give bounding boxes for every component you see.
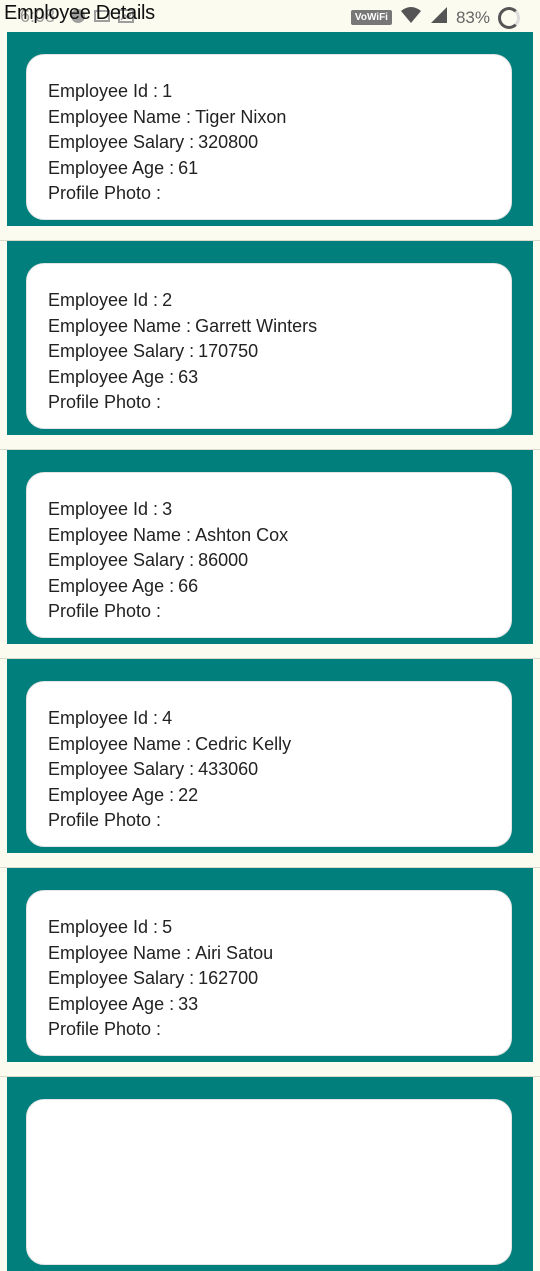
- profile-photo-label: Profile Photo :: [48, 601, 162, 621]
- vowifi-badge: VoWiFi: [350, 10, 392, 25]
- employee-card-container: Employee Id :2 Employee Name : Garrett Win…: [7, 241, 533, 435]
- employee-id-value: 4: [162, 708, 173, 728]
- employee-list[interactable]: Employee Id :1 Employee Name : Tiger Nixon…: [0, 32, 540, 1271]
- employee-salary-value: 320800: [198, 132, 259, 152]
- employee-id-label: Employee Id :: [48, 917, 159, 937]
- employee-card-container: Employee Id :1 Employee Name : Tiger Nixon…: [7, 32, 533, 226]
- employee-card-container: Employee Id :5 Employee Name : Airi Satou E…: [7, 868, 533, 1062]
- employee-id-value: 5: [162, 917, 173, 937]
- wifi-icon: [400, 6, 422, 29]
- employee-card[interactable]: Employee Id :1 Employee Name : Tiger Nixon…: [26, 54, 512, 220]
- employee-name-row: Employee Name : Ashton Cox: [48, 523, 511, 549]
- employee-salary-row: Employee Salary :433060: [48, 757, 511, 783]
- employee-name-value: Airi Satou: [195, 942, 274, 963]
- list-divider: [0, 853, 540, 868]
- employee-card-container: Employee Id :3 Employee Name : Ashton Cox E…: [7, 450, 533, 644]
- battery-icon: [498, 6, 520, 29]
- employee-age-row: Employee Age :22: [48, 783, 511, 809]
- employee-id-value: 2: [162, 290, 173, 310]
- profile-photo-row: Profile Photo :: [48, 1017, 511, 1043]
- employee-age-value: 61: [178, 157, 199, 178]
- employee-id-label: Employee Id :: [48, 290, 159, 310]
- employee-salary-value: 86000: [198, 550, 249, 570]
- page-title: Employee Details: [4, 2, 155, 24]
- employee-name-label: Employee Name :: [48, 524, 192, 545]
- status-right: VoWiFi 83%: [350, 6, 520, 29]
- employee-name-value: Ashton Cox: [195, 524, 289, 545]
- employee-name-value: Cedric Kelly: [195, 733, 292, 754]
- status-bar: 6:08 Employee Details VoWiFi 83%: [0, 0, 540, 36]
- employee-age-label: Employee Age :: [48, 993, 175, 1014]
- profile-photo-row: Profile Photo :: [48, 599, 511, 625]
- employee-age-value: 63: [178, 366, 199, 387]
- employee-name-value: Tiger Nixon: [195, 106, 287, 127]
- employee-salary-row: Employee Salary :170750: [48, 339, 511, 365]
- employee-name-label: Employee Name :: [48, 942, 192, 963]
- employee-id-row: Employee Id :1: [48, 79, 511, 105]
- employee-name-label: Employee Name :: [48, 733, 192, 754]
- employee-age-row: Employee Age :63: [48, 365, 511, 391]
- employee-card-container: [7, 1077, 533, 1271]
- employee-salary-label: Employee Salary :: [48, 132, 195, 152]
- employee-id-row: Employee Id :4: [48, 706, 511, 732]
- employee-name-label: Employee Name :: [48, 315, 192, 336]
- employee-id-label: Employee Id :: [48, 499, 159, 519]
- list-divider: [0, 226, 540, 241]
- profile-photo-label: Profile Photo :: [48, 1019, 162, 1039]
- employee-salary-label: Employee Salary :: [48, 550, 195, 570]
- employee-card[interactable]: [26, 1099, 512, 1265]
- profile-photo-row: Profile Photo :: [48, 181, 511, 207]
- employee-age-label: Employee Age :: [48, 366, 175, 387]
- list-divider: [0, 1062, 540, 1077]
- profile-photo-row: Profile Photo :: [48, 390, 511, 416]
- employee-salary-row: Employee Salary :86000: [48, 548, 511, 574]
- employee-age-value: 66: [178, 575, 199, 596]
- employee-age-row: Employee Age :66: [48, 574, 511, 600]
- signal-icon: [430, 6, 448, 29]
- employee-id-value: 1: [162, 81, 173, 101]
- profile-photo-label: Profile Photo :: [48, 810, 162, 830]
- employee-age-value: 22: [178, 784, 199, 805]
- employee-age-label: Employee Age :: [48, 157, 175, 178]
- employee-salary-value: 170750: [198, 341, 259, 361]
- employee-card[interactable]: Employee Id :2 Employee Name : Garrett Win…: [26, 263, 512, 429]
- employee-age-label: Employee Age :: [48, 575, 175, 596]
- profile-photo-label: Profile Photo :: [48, 392, 162, 412]
- employee-card[interactable]: Employee Id :5 Employee Name : Airi Satou E…: [26, 890, 512, 1056]
- employee-age-value: 33: [178, 993, 199, 1014]
- employee-name-row: Employee Name : Tiger Nixon: [48, 105, 511, 131]
- employee-salary-row: Employee Salary :162700: [48, 966, 511, 992]
- list-divider: [0, 435, 540, 450]
- employee-salary-row: Employee Salary :320800: [48, 130, 511, 156]
- employee-name-row: Employee Name : Garrett Winters: [48, 314, 511, 340]
- employee-salary-label: Employee Salary :: [48, 341, 195, 361]
- employee-name-label: Employee Name :: [48, 106, 192, 127]
- battery-percent: 83%: [455, 7, 490, 27]
- employee-salary-value: 433060: [198, 759, 259, 779]
- employee-salary-value: 162700: [198, 968, 259, 988]
- employee-card[interactable]: Employee Id :3 Employee Name : Ashton Cox E…: [26, 472, 512, 638]
- employee-age-row: Employee Age :33: [48, 992, 511, 1018]
- employee-id-row: Employee Id :2: [48, 288, 511, 314]
- employee-id-row: Employee Id :5: [48, 915, 511, 941]
- employee-card[interactable]: Employee Id :4 Employee Name : Cedric Kell…: [26, 681, 512, 847]
- employee-salary-label: Employee Salary :: [48, 759, 195, 779]
- employee-id-value: 3: [162, 499, 173, 519]
- employee-card-container: Employee Id :4 Employee Name : Cedric Kell…: [7, 659, 533, 853]
- employee-name-row: Employee Name : Airi Satou: [48, 941, 511, 967]
- employee-age-label: Employee Age :: [48, 784, 175, 805]
- employee-id-label: Employee Id :: [48, 81, 159, 101]
- employee-salary-label: Employee Salary :: [48, 968, 195, 988]
- profile-photo-row: Profile Photo :: [48, 808, 511, 834]
- employee-id-row: Employee Id :3: [48, 497, 511, 523]
- employee-name-value: Garrett Winters: [195, 315, 318, 336]
- profile-photo-label: Profile Photo :: [48, 183, 162, 203]
- employee-name-row: Employee Name : Cedric Kelly: [48, 732, 511, 758]
- employee-age-row: Employee Age :61: [48, 156, 511, 182]
- list-divider: [0, 644, 540, 659]
- employee-id-label: Employee Id :: [48, 708, 159, 728]
